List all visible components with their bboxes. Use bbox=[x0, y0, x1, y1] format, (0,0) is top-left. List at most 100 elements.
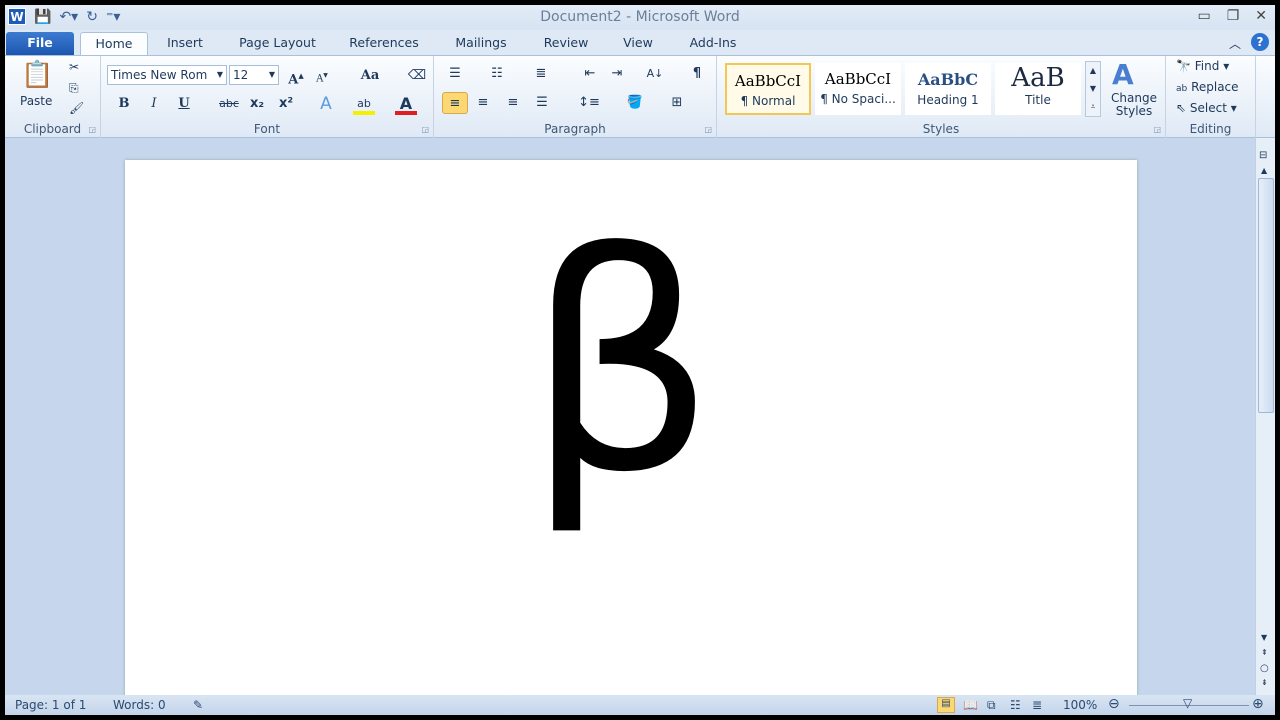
paste-button[interactable]: Paste bbox=[20, 94, 52, 108]
show-formatting-button[interactable]: ¶ bbox=[686, 63, 708, 85]
replace-label: Replace bbox=[1191, 80, 1239, 94]
zoom-in-icon[interactable]: ⊕ bbox=[1252, 696, 1264, 712]
cut-icon[interactable]: ✂ bbox=[69, 60, 79, 74]
style-heading-1[interactable]: AaBbC Heading 1 bbox=[905, 63, 991, 115]
word-window: W 💾 ↶▾ ↻ ⁼▾ Document2 - Microsoft Word ▭… bbox=[5, 5, 1275, 715]
style-normal[interactable]: AaBbCcI ¶ Normal bbox=[725, 63, 811, 115]
copy-icon[interactable]: ⎘ bbox=[69, 81, 79, 96]
style-no-spacing[interactable]: AaBbCcI ¶ No Spaci... bbox=[815, 63, 901, 115]
bold-button[interactable]: B bbox=[113, 93, 135, 115]
font-color-button[interactable]: A bbox=[395, 93, 417, 115]
highlight-button[interactable]: ab bbox=[353, 93, 375, 115]
tab-mailings[interactable]: Mailings bbox=[447, 32, 515, 55]
multilevel-list-icon[interactable]: ≣ bbox=[530, 63, 552, 85]
draft-icon[interactable]: ≣ bbox=[1032, 698, 1042, 712]
paste-icon[interactable]: 📋 bbox=[21, 60, 53, 90]
bullets-icon[interactable]: ☰ bbox=[444, 63, 466, 85]
justify-icon[interactable]: ☰ bbox=[531, 92, 553, 114]
clear-formatting-icon[interactable]: ⌫ bbox=[406, 65, 428, 87]
tab-references[interactable]: References bbox=[343, 32, 425, 55]
document-page[interactable]: β bbox=[125, 160, 1137, 715]
tab-home[interactable]: Home bbox=[80, 32, 148, 55]
tab-view[interactable]: View bbox=[617, 32, 659, 55]
styles-scroll[interactable]: ▲ ▼ ⩡ bbox=[1085, 61, 1101, 117]
decrease-indent-icon[interactable]: ⇤ bbox=[579, 63, 601, 85]
next-page-icon[interactable]: ⇟ bbox=[1261, 678, 1268, 687]
page-count[interactable]: Page: 1 of 1 bbox=[15, 698, 86, 712]
align-center-icon[interactable]: ≡ bbox=[472, 92, 494, 114]
scroll-up-icon[interactable]: ▲ bbox=[1086, 62, 1100, 80]
paragraph-group: ☰ ☷ ≣ ⇤ ⇥ A↓ ¶ ≡ ≡ ≡ ☰ ↕≡ 🪣 ⊞ Paragraph … bbox=[434, 56, 717, 138]
grow-font-icon[interactable]: A▲ bbox=[285, 65, 307, 87]
font-size-select[interactable]: 12 ▼ bbox=[229, 65, 279, 85]
dialog-launcher-icon[interactable]: ◲ bbox=[704, 125, 712, 134]
style-name: Title bbox=[1025, 93, 1051, 107]
ruler-toggle-icon[interactable]: ⊟ bbox=[1259, 150, 1267, 161]
document-text[interactable]: β bbox=[525, 215, 716, 515]
previous-page-icon[interactable]: ⇞ bbox=[1261, 648, 1268, 657]
more-styles-icon[interactable]: ⩡ bbox=[1086, 98, 1100, 116]
full-screen-reading-icon[interactable]: 📖 bbox=[963, 698, 978, 712]
change-styles-icon[interactable]: A bbox=[1112, 58, 1134, 91]
zoom-level[interactable]: 100% bbox=[1063, 698, 1097, 712]
increase-indent-icon[interactable]: ⇥ bbox=[606, 63, 628, 85]
style-title[interactable]: AaB Title bbox=[995, 63, 1081, 115]
dialog-launcher-icon[interactable]: ◲ bbox=[88, 125, 96, 134]
restore-icon[interactable]: ❐ bbox=[1227, 8, 1240, 24]
sort-icon[interactable]: A↓ bbox=[644, 63, 666, 85]
subscript-button[interactable]: x₂ bbox=[246, 93, 268, 115]
tab-page-layout[interactable]: Page Layout bbox=[230, 32, 325, 55]
word-count[interactable]: Words: 0 bbox=[113, 698, 166, 712]
strikethrough-button[interactable]: abc bbox=[216, 93, 242, 115]
select-button[interactable]: ⇖ Select ▾ bbox=[1176, 101, 1237, 115]
minimize-icon[interactable]: ▭ bbox=[1197, 8, 1210, 24]
font-size-value: 12 bbox=[233, 68, 249, 82]
font-name-select[interactable]: Times New Rom ▼ bbox=[107, 65, 227, 85]
underline-button[interactable]: U bbox=[173, 93, 195, 115]
tab-add-ins[interactable]: Add-Ins bbox=[680, 32, 746, 55]
shading-icon[interactable]: 🪣 bbox=[624, 92, 646, 114]
change-case-button[interactable]: Aa bbox=[353, 65, 387, 87]
zoom-out-icon[interactable]: ⊖ bbox=[1108, 696, 1120, 712]
zoom-slider-handle[interactable]: ▽ bbox=[1183, 696, 1192, 710]
scroll-down-icon[interactable]: ▼ bbox=[1086, 80, 1100, 98]
close-icon[interactable]: ✕ bbox=[1255, 8, 1267, 24]
numbering-icon[interactable]: ☷ bbox=[486, 63, 508, 85]
line-spacing-icon[interactable]: ↕≡ bbox=[574, 92, 604, 114]
tab-file[interactable]: File bbox=[6, 32, 74, 55]
find-button[interactable]: 🔭 Find ▾ bbox=[1176, 59, 1229, 73]
scroll-down-icon[interactable]: ▼ bbox=[1261, 633, 1267, 642]
font-group: Times New Rom ▼ 12 ▼ A▲ A▼ Aa ⌫ B I U abc … bbox=[101, 56, 434, 138]
dialog-launcher-icon[interactable]: ◲ bbox=[421, 125, 429, 134]
tab-review[interactable]: Review bbox=[535, 32, 597, 55]
align-right-icon[interactable]: ≡ bbox=[502, 92, 524, 114]
tab-insert[interactable]: Insert bbox=[160, 32, 210, 55]
superscript-button[interactable]: x² bbox=[275, 93, 297, 115]
help-icon[interactable]: ? bbox=[1251, 33, 1269, 51]
select-label: Select bbox=[1189, 101, 1227, 115]
change-styles-button[interactable]: Change Styles bbox=[1107, 92, 1161, 118]
replace-button[interactable]: ab Replace bbox=[1176, 80, 1239, 94]
shrink-font-icon[interactable]: A▼ bbox=[311, 65, 333, 87]
style-name: ¶ Normal bbox=[740, 94, 796, 108]
web-layout-icon[interactable]: ⧉ bbox=[987, 698, 996, 713]
text-effects-icon[interactable]: A bbox=[315, 93, 337, 115]
font-name-value: Times New Rom bbox=[111, 68, 208, 82]
scroll-thumb[interactable] bbox=[1258, 178, 1274, 413]
align-left-icon[interactable]: ≡ bbox=[442, 92, 468, 114]
format-painter-icon[interactable]: 🖌 bbox=[69, 101, 84, 115]
vertical-scrollbar[interactable]: ⊟ ▲ ▼ ⇞ ○ ⇟ bbox=[1255, 138, 1275, 695]
dialog-launcher-icon[interactable]: ◲ bbox=[1153, 125, 1161, 134]
scroll-up-icon[interactable]: ▲ bbox=[1261, 166, 1267, 175]
print-layout-icon[interactable]: ▤ bbox=[937, 697, 955, 713]
window-title: Document2 - Microsoft Word bbox=[540, 9, 740, 25]
ribbon: 📋 Paste ✂ ⎘ 🖌 Clipboard ◲ Times New Rom ▼… bbox=[5, 55, 1275, 138]
minimize-ribbon-icon[interactable]: ︿ bbox=[1229, 35, 1241, 52]
italic-button[interactable]: I bbox=[143, 93, 165, 115]
proofing-icon[interactable]: ✎ bbox=[193, 698, 203, 712]
outline-icon[interactable]: ☷ bbox=[1010, 698, 1021, 712]
styles-label: Styles bbox=[922, 122, 960, 136]
browse-object-icon[interactable]: ○ bbox=[1260, 663, 1269, 674]
borders-icon[interactable]: ⊞ bbox=[666, 92, 688, 114]
style-preview: AaB bbox=[1011, 63, 1065, 93]
